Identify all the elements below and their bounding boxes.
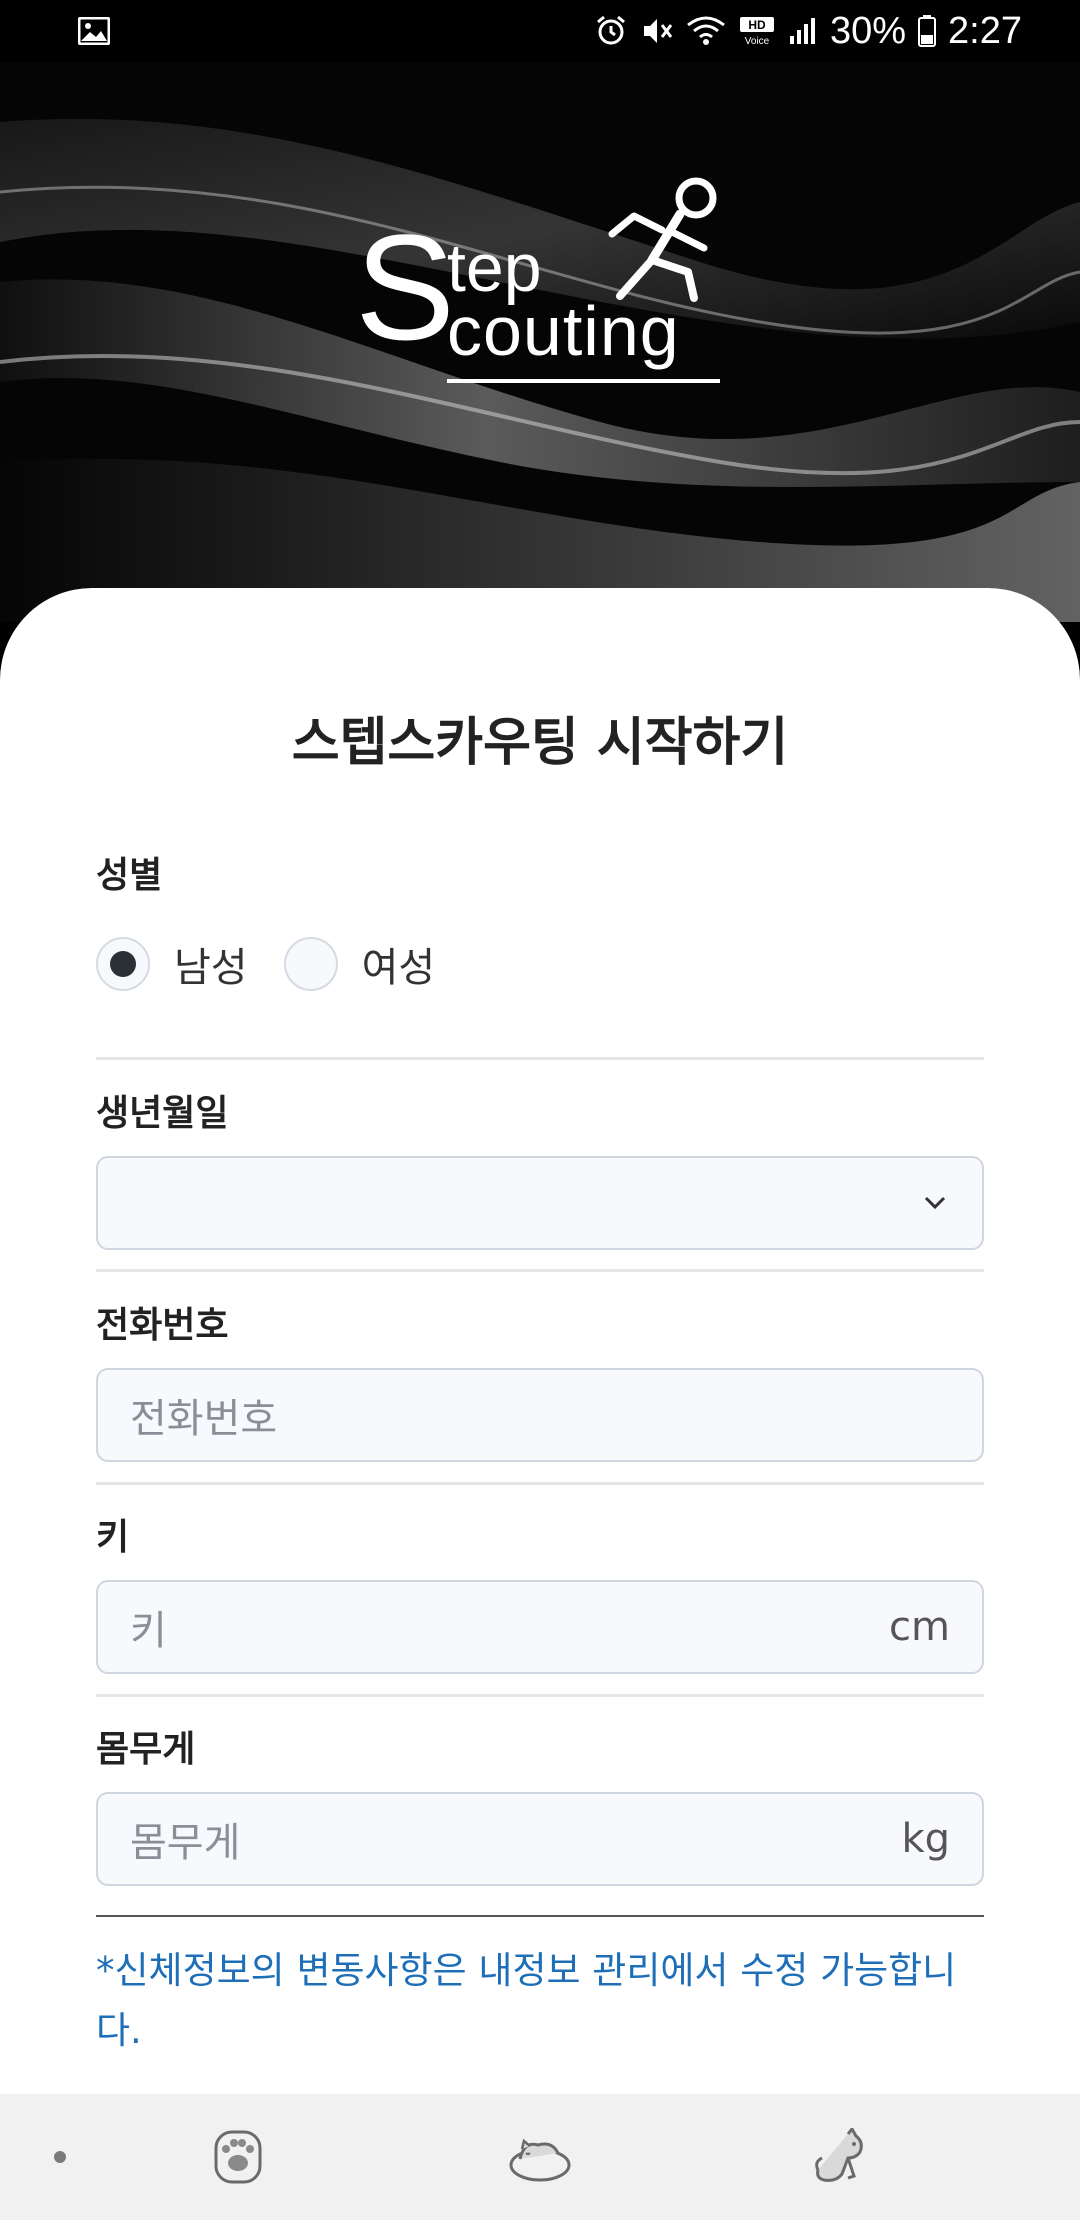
radio-male-circle[interactable] [96, 937, 150, 991]
dot-icon [54, 2151, 66, 2163]
battery-percent: 30% [829, 9, 907, 52]
status-bar: HD Voice 30% 2:27 [0, 0, 1080, 62]
logo-big-letter: S [355, 203, 456, 371]
divider [96, 1057, 984, 1060]
bottom-nav [0, 2094, 1080, 2220]
phone-input[interactable]: 전화번호 [96, 1368, 984, 1462]
wifi-icon [686, 15, 726, 47]
signup-card: 스텝스카우팅 시작하기 성별 남성 여성 생년월일 전화번호 전화번호 키 키 … [0, 588, 1080, 2096]
weight-label: 몸무게 [96, 1729, 196, 1770]
height-label: 키 [96, 1517, 130, 1558]
weight-placeholder: 몸무게 [130, 1820, 241, 1866]
radio-male[interactable]: 남성 [96, 935, 248, 993]
height-unit: cm [889, 1604, 950, 1650]
runner-icon [608, 177, 717, 302]
radio-selected-dot [110, 951, 136, 977]
battery-icon [918, 15, 937, 47]
divider [96, 1482, 984, 1485]
phone-label: 전화번호 [96, 1305, 229, 1346]
body-info-notice: *신체정보의 변동사항은 내정보 관리에서 수정 가능합니다. [96, 1949, 957, 2052]
svg-text:HD: HD [748, 18, 766, 32]
birthdate-label: 생년월일 [96, 1093, 229, 1134]
height-placeholder: 키 [130, 1608, 167, 1654]
alarm-icon [594, 14, 628, 48]
logo-line-2: couting [447, 292, 680, 370]
chevron-down-icon[interactable] [920, 1193, 950, 1213]
signal-icon [788, 16, 818, 46]
mute-icon [640, 14, 674, 48]
cat-icon [815, 2128, 863, 2182]
divider [96, 1915, 984, 1917]
hd-voice-icon: HD Voice [738, 16, 776, 46]
birthdate-select[interactable] [96, 1156, 984, 1250]
logo-underline [447, 379, 720, 383]
radio-female-circle[interactable] [283, 937, 338, 991]
hero-banner: S tep couting [0, 62, 1080, 622]
weight-input[interactable]: 몸무게 kg [96, 1792, 984, 1886]
radio-female[interactable]: 여성 [283, 935, 436, 993]
gallery-icon [78, 17, 110, 45]
nav-home[interactable] [500, 2094, 580, 2220]
nav-profile[interactable] [800, 2094, 880, 2220]
divider [96, 1269, 984, 1272]
step-scouting-logo: S tep couting [355, 174, 735, 404]
radio-male-label: 남성 [174, 945, 248, 991]
divider [96, 1694, 984, 1697]
page-title: 스텝스카우팅 시작하기 [291, 713, 789, 773]
height-input[interactable]: 키 cm [96, 1580, 984, 1674]
radio-female-label: 여성 [361, 945, 436, 991]
clock: 2:27 [948, 9, 1022, 52]
screen: HD Voice 30% 2:27 S tep couting 스텝스카우팅 시… [0, 0, 1080, 2220]
svg-text:Voice: Voice [745, 36, 770, 46]
paw-icon [214, 2130, 262, 2184]
nav-paw[interactable] [200, 2094, 276, 2220]
gender-label: 성별 [96, 855, 163, 896]
nav-dot[interactable] [40, 2094, 80, 2220]
phone-placeholder: 전화번호 [130, 1396, 278, 1442]
weight-unit: kg [901, 1816, 950, 1862]
sleeping-cat-icon [509, 2138, 571, 2182]
gender-radio-group: 남성 여성 [96, 934, 471, 994]
